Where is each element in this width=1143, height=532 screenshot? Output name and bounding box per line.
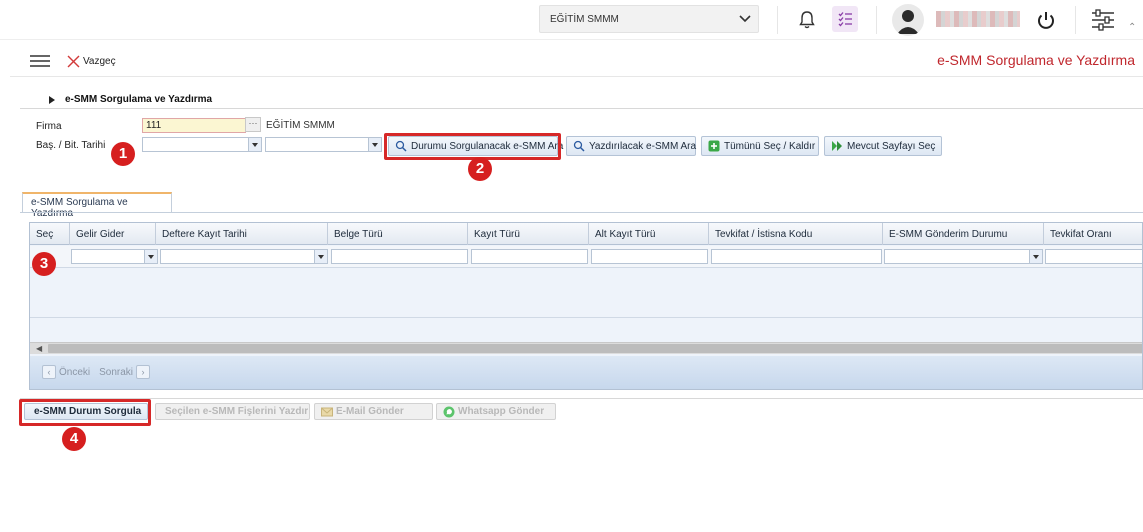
power-icon[interactable]: [1034, 8, 1058, 32]
printable-search-label: Yazdırılacak e-SMM Ara: [589, 140, 697, 152]
hamburger-menu-icon[interactable]: [30, 55, 50, 67]
send-whatsapp-button[interactable]: Whatsapp Gönder: [436, 403, 556, 420]
send-whatsapp-label: Whatsapp Gönder: [458, 406, 545, 417]
top-bar: EĞİTİM SMMM ⌃: [0, 0, 1143, 40]
results-grid: Seç Gelir Gider Deftere Kayıt Tarihi Bel…: [29, 222, 1143, 390]
cancel-label: Vazgeç: [83, 55, 116, 67]
company-select[interactable]: EĞİTİM SMMM: [539, 5, 759, 33]
tasks-icon[interactable]: [832, 6, 858, 32]
page-title: e-SMM Sorgulama ve Yazdırma: [937, 52, 1135, 68]
plus-icon: [708, 140, 720, 152]
column-header[interactable]: Belge Türü: [328, 223, 468, 245]
fast-forward-icon: [832, 141, 842, 151]
column-header[interactable]: Alt Kayıt Türü: [589, 223, 709, 245]
dropdown-button[interactable]: [1029, 250, 1042, 263]
chevron-left-icon[interactable]: ‹: [42, 365, 56, 379]
select-page-label: Mevcut Sayfayı Seç: [847, 140, 936, 152]
step-marker-2: 2: [468, 157, 492, 181]
column-header[interactable]: Seç: [30, 223, 70, 245]
scrollbar-thumb[interactable]: [48, 344, 1142, 353]
divider: [30, 317, 1142, 318]
avatar[interactable]: [892, 4, 924, 36]
chevron-down-icon: [372, 143, 378, 147]
separator: [1075, 6, 1076, 34]
chevron-left-icon[interactable]: ◀: [36, 344, 42, 353]
chevron-up-icon[interactable]: ⌃: [1128, 22, 1136, 33]
divider: [20, 398, 1143, 399]
separator: [876, 6, 877, 34]
user-name-redacted[interactable]: [936, 11, 1020, 27]
print-selected-button[interactable]: Seçilen e-SMM Fişlerini Yazdır: [155, 403, 310, 420]
prev-page-label[interactable]: Önceki: [59, 367, 90, 378]
whatsapp-icon: [443, 406, 455, 417]
column-header[interactable]: Tevkifat Oranı: [1044, 223, 1142, 245]
chevron-right-icon[interactable]: ›: [136, 365, 151, 379]
sliders-icon[interactable]: [1090, 7, 1116, 33]
step-marker-3: 3: [32, 252, 56, 276]
column-header[interactable]: Tevkifat / İstisna Kodu: [709, 223, 883, 245]
pager: ‹ Önceki Sonraki ›: [30, 356, 1142, 389]
send-email-button[interactable]: E-Mail Gönder: [314, 403, 433, 420]
end-date-input[interactable]: [265, 137, 382, 152]
grid-header: Seç Gelir Gider Deftere Kayıt Tarihi Bel…: [30, 223, 1142, 245]
search-icon: [573, 140, 585, 152]
filter-tevkifat-orani[interactable]: [1045, 249, 1142, 264]
section-title: e-SMM Sorgulama ve Yazdırma: [65, 94, 213, 105]
filter-alt-kayit-turu[interactable]: [591, 249, 708, 264]
chevron-down-icon: [1033, 255, 1039, 259]
print-selected-label: Seçilen e-SMM Fişlerini Yazdır: [165, 406, 309, 417]
cancel-button[interactable]: Vazgeç: [67, 53, 116, 69]
divider: [20, 108, 1143, 109]
action-bar: Vazgeç e-SMM Sorgulama ve Yazdırma: [10, 44, 1143, 77]
bell-icon[interactable]: [795, 8, 819, 32]
dropdown-button[interactable]: [368, 138, 381, 151]
date-range-label: Baş. / Bit. Tarihi: [36, 140, 106, 151]
highlight-box: [19, 399, 151, 426]
firm-picker-button[interactable]: ···: [245, 117, 261, 132]
select-all-button[interactable]: Tümünü Seç / Kaldır: [701, 136, 819, 156]
chevron-down-icon: [739, 15, 751, 23]
chevron-down-icon: [148, 255, 154, 259]
section-header[interactable]: e-SMM Sorgulama ve Yazdırma: [49, 94, 212, 105]
step-marker-4: 4: [62, 427, 86, 451]
column-header[interactable]: Kayıt Türü: [468, 223, 589, 245]
filter-gelir-gider[interactable]: [71, 249, 158, 264]
redacted-text: [936, 11, 1020, 27]
tab-esmm-query[interactable]: e-SMM Sorgulama ve Yazdırma: [22, 192, 172, 219]
step-marker-1: 1: [111, 142, 135, 166]
filter-belge-turu[interactable]: [331, 249, 468, 264]
chevron-down-icon: [252, 143, 258, 147]
filter-tevkifat-kodu[interactable]: [711, 249, 882, 264]
highlight-box: [384, 133, 561, 160]
filter-row: [30, 246, 1142, 268]
start-date-input[interactable]: [142, 137, 262, 152]
column-header[interactable]: E-SMM Gönderim Durumu: [883, 223, 1044, 245]
next-page-label[interactable]: Sonraki: [99, 367, 133, 378]
horizontal-scrollbar[interactable]: ◀: [30, 342, 1142, 354]
select-page-button[interactable]: Mevcut Sayfayı Seç: [824, 136, 942, 156]
dropdown-button[interactable]: [248, 138, 261, 151]
column-header[interactable]: Deftere Kayıt Tarihi: [156, 223, 328, 245]
company-select-value: EĞİTİM SMMM: [550, 14, 619, 25]
divider: [20, 212, 1143, 213]
dropdown-button[interactable]: [314, 250, 327, 263]
firm-name: EĞİTİM SMMM: [266, 120, 335, 131]
send-email-label: E-Mail Gönder: [336, 406, 404, 417]
firm-label: Firma: [36, 121, 62, 132]
close-icon: [67, 55, 80, 67]
filter-kayit-turu[interactable]: [471, 249, 588, 264]
firm-code-input[interactable]: 111: [142, 118, 246, 133]
filter-gonderim-durumu[interactable]: [884, 249, 1043, 264]
select-all-label: Tümünü Seç / Kaldır: [724, 140, 816, 152]
printable-search-button[interactable]: Yazdırılacak e-SMM Ara: [566, 136, 696, 156]
chevron-down-icon: [318, 255, 324, 259]
caret-right-icon: [49, 95, 55, 104]
mail-icon: [321, 407, 333, 416]
column-header[interactable]: Gelir Gider: [70, 223, 156, 245]
dropdown-button[interactable]: [144, 250, 157, 263]
separator: [777, 6, 778, 34]
filter-kayit-tarihi[interactable]: [160, 249, 328, 264]
